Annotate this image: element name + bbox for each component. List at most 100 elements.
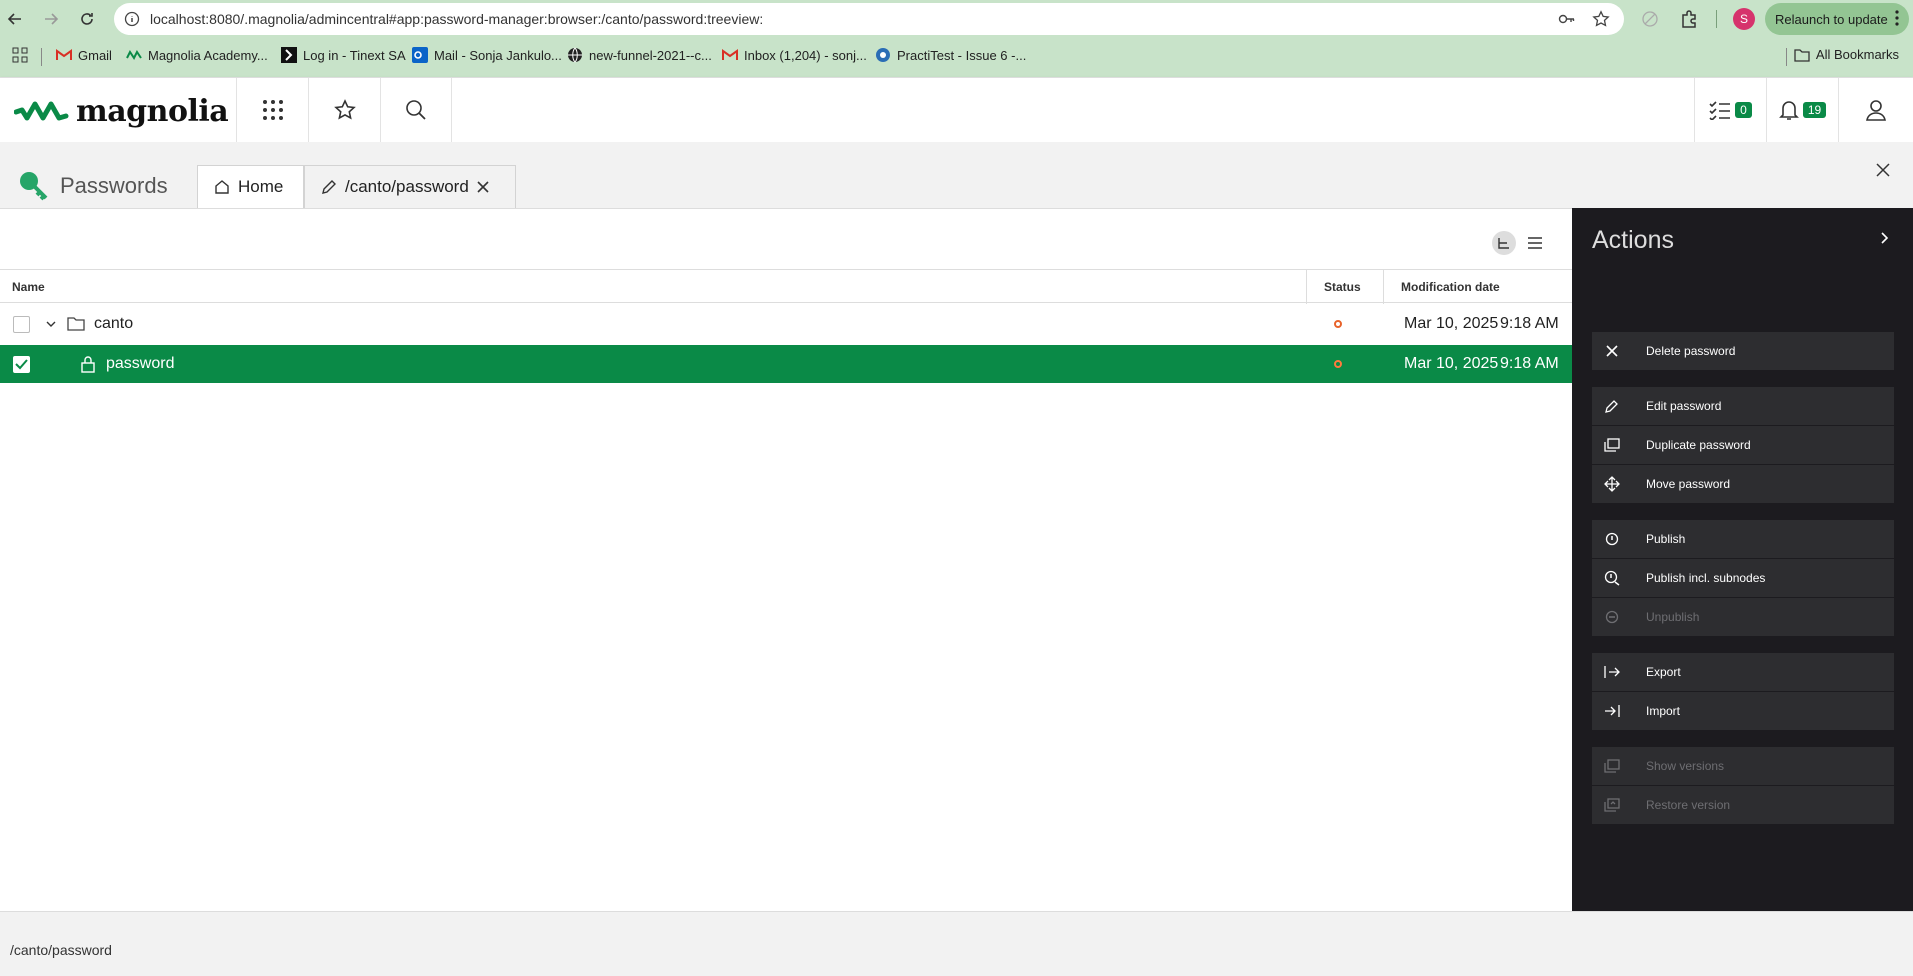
grid-dots-icon (262, 100, 283, 120)
column-header-status[interactable]: Status (1324, 280, 1361, 294)
publish-incl-subnodes-button[interactable]: Publish incl. subnodes (1592, 559, 1894, 597)
bookmark-tinext[interactable]: Log in - Tinext SA (281, 47, 406, 63)
practitest-icon (875, 47, 891, 63)
selected-path: /canto/password (10, 942, 112, 958)
edit-password-button[interactable]: Edit password (1592, 387, 1894, 425)
app-title: Passwords (18, 170, 168, 202)
action-label: Restore version (1646, 798, 1731, 812)
forward-button[interactable] (40, 8, 62, 30)
bookmark-label: new-funnel-2021--c... (589, 47, 712, 63)
tab-doc-label: /canto/password (345, 177, 469, 196)
tree-view-toggle[interactable] (1492, 231, 1516, 255)
row-checkbox-checked[interactable] (13, 356, 30, 373)
collapse-actions-chevron-icon[interactable] (1880, 232, 1890, 244)
action-label: Unpublish (1646, 610, 1700, 624)
import-button[interactable]: Import (1592, 692, 1894, 730)
app-launcher-button[interactable] (236, 78, 308, 142)
list-view-icon (1528, 237, 1542, 249)
move-password-button[interactable]: Move password (1592, 465, 1894, 503)
action-label: Duplicate password (1646, 438, 1751, 452)
pencil-icon (322, 180, 336, 194)
favorites-button[interactable] (308, 78, 380, 142)
bookmark-label: Log in - Tinext SA (303, 47, 406, 63)
bookmark-new-funnel[interactable]: new-funnel-2021--c... (567, 47, 712, 63)
extensions-puzzle-icon[interactable] (1679, 9, 1699, 29)
bookmarks-divider (41, 48, 42, 66)
folder-icon (1794, 48, 1810, 62)
tab-canto-password[interactable]: /canto/password (304, 165, 516, 208)
row-name: canto (94, 315, 134, 332)
publish-button[interactable]: Publish (1592, 520, 1894, 558)
close-icon (1876, 163, 1890, 177)
column-header-modification-date[interactable]: Modification date (1401, 280, 1500, 294)
search-button[interactable] (380, 78, 452, 142)
export-button[interactable]: Export (1592, 653, 1894, 691)
delete-password-button[interactable]: Delete password (1592, 332, 1894, 370)
table-row[interactable]: canto Mar 10, 2025 9:18 AM (0, 305, 1572, 343)
password-key-icon[interactable] (1558, 11, 1576, 27)
row-date: Mar 10, 2025 (1404, 315, 1499, 332)
bookmark-label: PractiTest - Issue 6 -... (897, 47, 1027, 63)
list-view-toggle[interactable] (1523, 231, 1547, 255)
column-header-name[interactable]: Name (12, 280, 45, 294)
url-host: localhost (150, 11, 206, 27)
key-app-icon (20, 172, 48, 201)
extension-disabled-icon[interactable] (1640, 9, 1660, 29)
status-unpublished-icon (1334, 360, 1342, 368)
all-bookmarks-button[interactable]: All Bookmarks (1794, 47, 1899, 62)
magnolia-logo[interactable]: magnolia (14, 94, 229, 129)
back-button[interactable] (4, 8, 26, 30)
notifications-button[interactable]: 19 (1766, 78, 1838, 142)
bookmark-outlook[interactable]: Mail - Sonja Jankulo... (412, 47, 562, 63)
bookmarks-bar: Gmail Magnolia Academy... Log in - Tinex… (0, 38, 1913, 72)
versions-icon (1604, 758, 1620, 774)
show-versions-button[interactable]: Show versions (1592, 747, 1894, 785)
gmail-icon (56, 47, 72, 63)
close-tab-icon[interactable] (477, 181, 489, 193)
gmail-icon (722, 47, 738, 63)
column-divider (1306, 270, 1307, 304)
duplicate-password-button[interactable]: Duplicate password (1592, 426, 1894, 464)
pencil-icon (1604, 398, 1620, 414)
status-footer: /canto/password (0, 911, 1913, 976)
url-text[interactable]: localhost:8080/.magnolia/admincentral#ap… (150, 11, 763, 27)
export-icon (1604, 664, 1620, 680)
relaunch-button[interactable]: Relaunch to update (1765, 3, 1909, 35)
url-path: :8080/.magnolia/admincentral#app:passwor… (205, 11, 764, 27)
row-time: 9:18 AM (1500, 315, 1559, 332)
action-label: Import (1646, 704, 1681, 718)
table-row-selected[interactable]: password Mar 10, 2025 9:18 AM (0, 345, 1572, 383)
site-info-icon[interactable] (124, 11, 140, 27)
profile-avatar[interactable]: S (1733, 8, 1755, 30)
tab-home[interactable]: Home (197, 165, 304, 208)
outlook-icon (412, 47, 428, 63)
apps-grid-icon[interactable] (12, 47, 28, 63)
restore-version-button[interactable]: Restore version (1592, 786, 1894, 824)
tasks-button[interactable]: 0 (1694, 78, 1766, 142)
home-icon (215, 180, 229, 194)
tree-view: Name Status Modification date canto Mar … (0, 208, 1572, 911)
user-menu-button[interactable] (1838, 78, 1913, 142)
bookmark-practitest[interactable]: PractiTest - Issue 6 -... (875, 47, 1026, 63)
bookmark-gmail[interactable]: Gmail (56, 47, 112, 63)
bookmark-star-icon[interactable] (1592, 10, 1610, 28)
row-checkbox[interactable] (13, 316, 30, 333)
search-icon (406, 100, 426, 120)
bookmarks-divider (1786, 48, 1787, 66)
bookmark-label: Mail - Sonja Jankulo... (434, 47, 562, 63)
close-app-button[interactable] (1876, 163, 1890, 177)
row-time: 9:18 AM (1500, 355, 1559, 372)
all-bookmarks-label: All Bookmarks (1815, 47, 1899, 62)
tinext-icon (281, 47, 297, 63)
toolbar-divider (1716, 10, 1717, 28)
bookmark-inbox[interactable]: Inbox (1,204) - sonj... (722, 47, 867, 63)
reload-button[interactable] (76, 8, 98, 30)
unpublish-button[interactable]: Unpublish (1592, 598, 1894, 636)
globe-icon (567, 47, 583, 63)
tree-view-icon (1492, 231, 1516, 255)
address-bar[interactable]: localhost:8080/.magnolia/admincentral#ap… (114, 3, 1624, 35)
folder-icon (67, 316, 85, 332)
bookmark-magnolia-academy[interactable]: Magnolia Academy... (126, 47, 268, 63)
chevron-down-icon[interactable] (45, 318, 57, 330)
grid-header: Name Status Modification date (0, 269, 1572, 304)
